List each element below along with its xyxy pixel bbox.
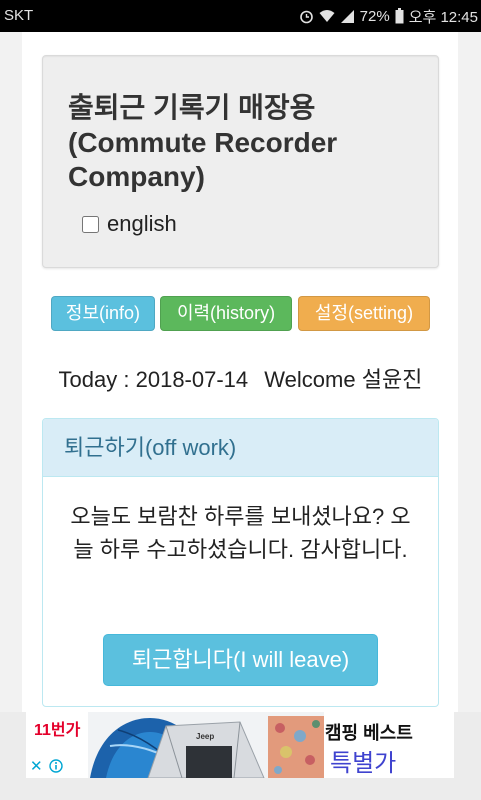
page-title-line: (Commute Recorder	[68, 126, 338, 158]
status-bar: SKT 72% 오후 12:45	[0, 0, 481, 32]
ad-product-pattern	[275, 723, 285, 733]
today-date: 2018-07-14	[135, 367, 249, 392]
battery-icon-body	[395, 10, 404, 24]
info-button[interactable]: 정보(info)	[51, 296, 155, 331]
ad-tent-gray-door	[186, 746, 232, 778]
ad-banner[interactable]: 11번가 Jeep 캠핑 베스트 특별가 ✕	[26, 712, 454, 778]
clock: 오후 12:45	[408, 8, 478, 26]
info-icon[interactable]	[49, 759, 63, 773]
info-icon-dot	[55, 762, 57, 764]
ad-subline: 특별가	[330, 750, 397, 777]
close-icon[interactable]: ✕	[30, 759, 43, 775]
english-checkbox[interactable]	[82, 216, 99, 233]
signal-icon-shape	[340, 9, 354, 23]
alarm-icon	[299, 10, 313, 23]
ad-product-pattern	[312, 720, 320, 728]
setting-button[interactable]: 설정(setting)	[298, 296, 430, 331]
history-button[interactable]: 이력(history)	[160, 296, 292, 331]
wifi-icon	[319, 10, 335, 22]
off-work-panel: 퇴근하기(off work) 오늘도 보람찬 하루를 보내셨나요? 오늘 하루 …	[42, 418, 439, 707]
page-title: 출퇴근 기록기 매장용 (Commute Recorder Company)	[68, 91, 337, 195]
status-icons: 72% 오후 12:45	[299, 0, 478, 32]
signal-icon	[340, 9, 354, 23]
carrier-name: SKT	[4, 7, 34, 24]
panel-heading: 퇴근하기(off work)	[43, 419, 438, 477]
greeting-line: Today : 2018-07-14 Welcome 설윤진	[0, 366, 481, 394]
ad-product-pattern	[294, 730, 306, 742]
info-icon-stem	[55, 765, 57, 770]
ad-product-photo: Jeep	[88, 712, 324, 778]
ad-logo: 11번가	[34, 722, 81, 739]
leave-button[interactable]: 퇴근합니다(I will leave)	[103, 634, 378, 686]
alarm-icon-hands	[305, 13, 309, 18]
ad-product-logo: Jeep	[196, 732, 214, 741]
today-label: Today :	[58, 367, 130, 392]
battery-icon-cap	[397, 8, 401, 10]
ad-product-pattern	[280, 746, 292, 758]
english-checkbox-label[interactable]: english	[107, 211, 177, 237]
user-name: 설윤진	[361, 367, 423, 392]
ad-product-pattern	[274, 766, 282, 774]
battery-icon	[395, 8, 404, 24]
panel-message: 오늘도 보람찬 하루를 보내셨나요? 오늘 하루 수고하셨습니다. 감사합니다.	[70, 504, 411, 562]
battery-percent: 72%	[359, 7, 390, 25]
page-title-line: 출퇴근 기록기 매장용	[68, 92, 316, 123]
page-title-line: Company)	[68, 161, 205, 192]
wifi-icon-shape	[319, 10, 335, 22]
welcome-label: Welcome	[264, 367, 356, 392]
ad-product-pattern	[305, 755, 315, 765]
ad-headline: 캠핑 베스트	[325, 723, 413, 743]
